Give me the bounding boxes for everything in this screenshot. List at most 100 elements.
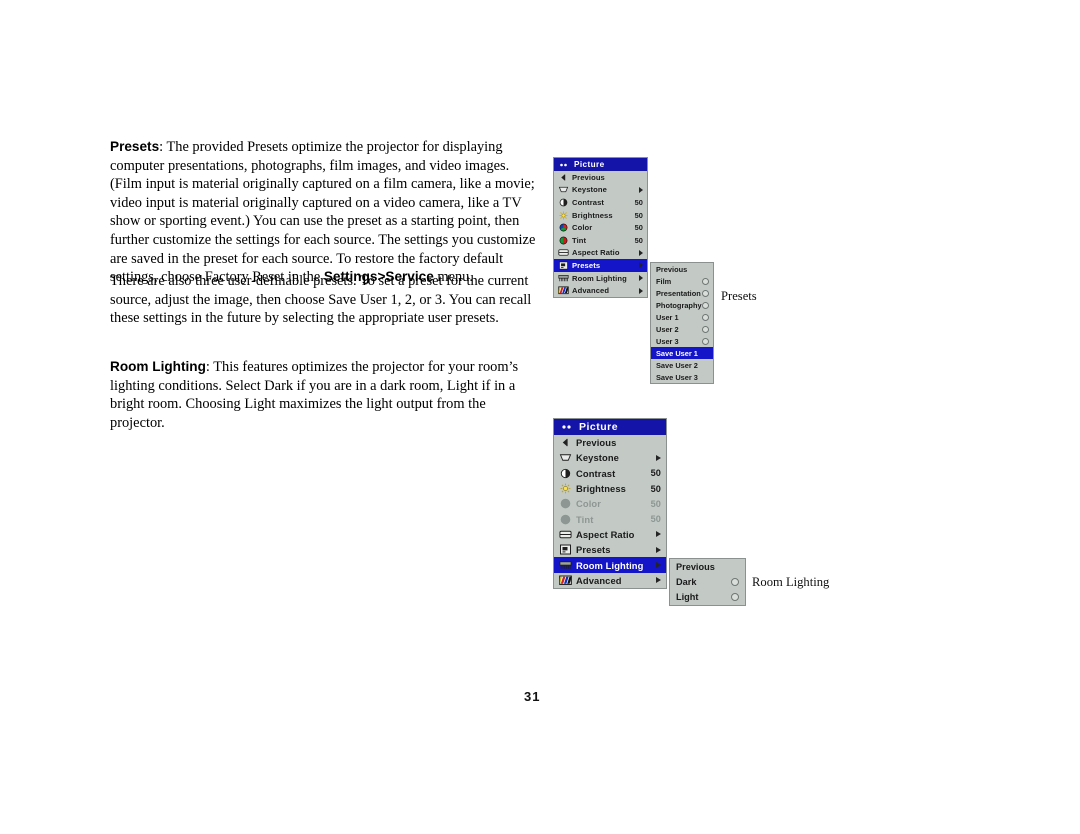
osd-submenu-item-previous[interactable]: Previous [651, 263, 713, 275]
osd-menu-item-tint[interactable]: Tint 50 [554, 511, 666, 526]
dots-icon [561, 422, 573, 432]
osd-submenu-item-save-user-1[interactable]: Save User 1 [651, 347, 713, 359]
osd-menu-item-keystone[interactable]: Keystone [554, 450, 666, 465]
osd-menu-item-aspect-ratio[interactable]: Aspect Ratio [554, 527, 666, 542]
osd-submenu-item-previous[interactable]: Previous [670, 559, 745, 574]
osd-menu-item-presets[interactable]: Presets [554, 542, 666, 557]
osd-menu-item-presets[interactable]: Presets [554, 259, 647, 272]
presets-body: : The provided Presets optimize the proj… [110, 139, 536, 286]
osd-menu-item-value: 50 [634, 223, 643, 233]
osd-picture-menu-large[interactable]: Picture Previous Keystone Contrast 50 Bright… [553, 418, 667, 589]
osd-title-text: Picture [574, 160, 605, 169]
radio-button-icon[interactable] [702, 289, 709, 297]
chevron-right-icon [639, 186, 643, 193]
osd-menu-item-advanced[interactable]: Advanced [554, 573, 666, 588]
osd-menu-item-room-lighting[interactable]: Room Lighting [554, 557, 666, 573]
osd-submenu-item-label: User 2 [656, 324, 679, 334]
osd-menu-item-contrast[interactable]: Contrast 50 [554, 196, 647, 209]
radio-button-icon[interactable] [702, 313, 709, 321]
osd-presets-submenu[interactable]: Previous Film Presentation Photography User … [650, 262, 714, 384]
osd-menu-item-label: Keystone [576, 452, 620, 464]
osd-submenu-item-presentation[interactable]: Presentation [651, 287, 713, 299]
osd-menu-item-previous[interactable]: Previous [554, 171, 647, 184]
back-arrow-icon [559, 437, 572, 448]
keystone-icon [559, 452, 572, 463]
radio-button-icon[interactable] [702, 337, 709, 345]
room-lighting-icon [559, 560, 572, 571]
osd-submenu-item-label: Previous [676, 561, 715, 572]
osd-menu-item-value: 50 [650, 514, 661, 525]
contrast-icon [559, 468, 572, 479]
osd-menu-item-value: 50 [634, 210, 643, 220]
osd-menu-item-label: Brightness [572, 210, 613, 220]
chevron-right-icon [639, 275, 643, 282]
caption-room-lighting: Room Lighting [752, 575, 830, 589]
paragraph-user-definable: There are also three user-definable pres… [110, 273, 532, 327]
osd-menu-item-contrast[interactable]: Contrast 50 [554, 466, 666, 481]
osd-submenu-item-dark[interactable]: Dark [670, 574, 745, 589]
osd-menu-item-label: Presets [572, 260, 601, 270]
osd-menu-item-value: 50 [634, 197, 643, 207]
dots-icon [559, 161, 569, 169]
osd-submenu-item-photography[interactable]: Photography [651, 299, 713, 311]
osd-submenu-item-user-3[interactable]: User 3 [651, 335, 713, 347]
osd-menu-item-brightness[interactable]: Brightness 50 [554, 209, 647, 222]
caption-presets: Presets [721, 289, 757, 303]
osd-submenu-item-save-user-2[interactable]: Save User 2 [651, 359, 713, 371]
osd-menu-item-aspect-ratio[interactable]: Aspect Ratio [554, 247, 647, 260]
osd-menu-item-label: Presets [576, 544, 611, 556]
osd-menu-item-value: 50 [650, 483, 661, 494]
osd-menu-item-label: Keystone [572, 185, 607, 195]
osd-submenu-item-film[interactable]: Film [651, 275, 713, 287]
tint-icon [559, 514, 572, 525]
osd-menu-item-label: Aspect Ratio [576, 528, 635, 540]
osd-title-text: Picture [579, 421, 619, 433]
osd-menu-item-label: Room Lighting [576, 559, 644, 571]
aspect-ratio-icon [558, 248, 569, 257]
osd-submenu-item-label: Previous [656, 264, 688, 274]
osd-menu-item-keystone[interactable]: Keystone [554, 184, 647, 197]
paragraph-presets: Presets: The provided Presets optimize t… [110, 138, 542, 287]
radio-button-icon[interactable] [702, 277, 709, 285]
osd-menu-item-color[interactable]: Color 50 [554, 496, 666, 511]
osd-menu-item-value: 50 [634, 235, 643, 245]
osd-menu-item-advanced[interactable]: Advanced [554, 284, 647, 297]
presets-term: Presets [110, 139, 160, 154]
osd-menu-item-brightness[interactable]: Brightness 50 [554, 481, 666, 496]
osd-room-lighting-submenu[interactable]: Previous Dark Light [669, 558, 746, 606]
osd-menu-item-label: Advanced [572, 286, 610, 296]
radio-button-icon[interactable] [731, 593, 739, 602]
osd-menu-item-room-lighting[interactable]: Room Lighting [554, 272, 647, 285]
osd-menu-item-label: Tint [576, 513, 594, 525]
osd-submenu-item-save-user-3[interactable]: Save User 3 [651, 371, 713, 383]
osd-menu-item-previous[interactable]: Previous [554, 435, 666, 450]
osd-submenu-item-label: Light [676, 592, 699, 603]
chevron-right-icon [656, 546, 661, 553]
radio-button-icon[interactable] [702, 301, 709, 309]
brightness-icon [559, 483, 572, 494]
osd-rows-container: Previous Dark Light [670, 559, 745, 605]
back-arrow-icon [558, 173, 569, 182]
page-number: 31 [524, 689, 541, 704]
osd-rows-container: Previous Keystone Contrast 50 Brightness 50 Co… [554, 435, 666, 588]
contrast-icon [558, 198, 569, 207]
osd-picture-menu-small[interactable]: Picture Previous Keystone Contrast 50 Bright… [553, 157, 648, 298]
osd-submenu-item-user-2[interactable]: User 2 [651, 323, 713, 335]
aspect-ratio-icon [559, 529, 572, 540]
chevron-right-icon [639, 287, 643, 294]
tint-icon [558, 236, 569, 245]
osd-menu-item-tint[interactable]: Tint 50 [554, 234, 647, 247]
osd-submenu-item-label: Film [656, 276, 672, 286]
osd-menu-item-color[interactable]: Color 50 [554, 221, 647, 234]
radio-button-icon[interactable] [731, 577, 739, 586]
advanced-icon [559, 575, 572, 586]
osd-menu-item-label: Previous [576, 437, 617, 449]
color-icon [559, 498, 572, 509]
osd-submenu-item-light[interactable]: Light [670, 590, 745, 605]
radio-button-icon[interactable] [702, 325, 709, 333]
osd-submenu-item-user-1[interactable]: User 1 [651, 311, 713, 323]
osd-submenu-item-label: Save User 2 [656, 360, 698, 370]
osd-submenu-item-label: Dark [676, 576, 697, 587]
osd-menu-item-label: Room Lighting [572, 273, 627, 283]
room-lighting-term: Room Lighting [110, 359, 206, 374]
